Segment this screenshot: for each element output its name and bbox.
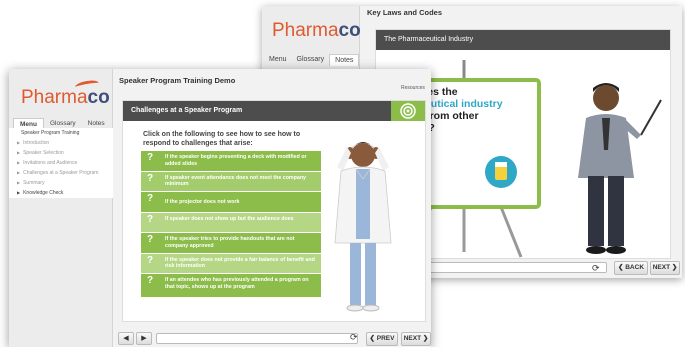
slide-stage: Challenges at a Speaker Program Click on… [122,100,426,322]
menu-item-challenges[interactable]: ▶ Challenges at a Speaker Program [9,168,113,178]
target-icon [400,103,416,119]
prev-button[interactable]: ❮ PREV [366,332,398,346]
presenter-illustration [578,83,662,254]
player-controls: ◀ ▶ ⟳ ❮ PREV NEXT ❯ [118,332,431,346]
slide-prompt: Click on the following to see how to see… [143,131,301,147]
logo: Pharmaco [21,87,110,108]
seek-bar[interactable] [156,333,358,344]
back-reload-icon[interactable]: ⟳ [592,263,600,274]
challenge-options: ? If the speaker begins presenting a deck… [141,151,321,298]
back-tab-glossary[interactable]: Glossary [292,54,330,66]
option-low-attendance[interactable]: ? If speaker event attendance does not me… [141,171,321,191]
reload-icon[interactable]: ⟳ [350,332,358,343]
volume-icon[interactable]: ◀ [118,332,134,345]
expand-arrow-icon: ▶ [17,140,21,145]
option-repeat-attendee[interactable]: ? If an attendee who has previously atten… [141,274,321,297]
option-modified-slides[interactable]: ? If the speaker begins presenting a deck… [141,151,321,171]
slide-corner-badge [391,101,425,121]
option-handouts[interactable]: ? If the speaker tries to provide handout… [141,233,321,253]
menu-root[interactable]: Speaker Program Training [9,129,113,138]
resources-link[interactable]: Resources [401,85,425,91]
menu-item-knowledge-check[interactable]: ▶ Knowledge Check [9,188,113,198]
stressed-pharmacist-illustration [334,142,392,312]
menu-list: Speaker Program Training ▶ Introduction ▶… [9,128,113,198]
back-logo: Pharmaco [272,20,361,41]
question-mark-icon: ? [147,254,154,266]
next-button[interactable]: NEXT ❯ [401,332,431,346]
option-projector[interactable]: ? If the projector does not work [141,192,321,212]
question-mark-icon: ? [147,213,154,225]
question-mark-icon: ? [147,172,154,184]
option-fair-balance[interactable]: ? If the speaker does not provide a fair … [141,253,321,273]
back-tab-menu[interactable]: Menu [264,54,292,66]
question-mark-icon: ? [147,234,154,245]
expand-arrow-icon: ▶ [17,170,21,175]
back-stage-title: The Pharmaceutical Industry [376,30,670,50]
menu-item-introduction[interactable]: ▶ Introduction [9,138,113,148]
question-mark-icon: ? [147,152,154,163]
menu-item-invitations[interactable]: ▶ Invitations and Audience [9,158,113,168]
back-next-button[interactable]: NEXT ❯ [650,261,680,275]
back-header-title: Key Laws and Codes [367,8,443,17]
option-speaker-no-show[interactable]: ? If speaker does not show up but the aud… [141,212,321,232]
play-icon[interactable]: ▶ [136,332,152,345]
back-tab-notes[interactable]: Notes [329,54,360,66]
question-mark-icon: ? [147,193,154,204]
expand-arrow-icon: ▶ [17,160,21,165]
question-mark-icon: ? [147,275,154,286]
back-prev-button[interactable]: ❮ BACK [614,261,648,275]
expand-arrow-icon: ▶ [17,150,21,155]
back-tabs: Menu Glossary Notes [264,54,360,66]
expand-arrow-icon: ▶ [17,190,21,195]
slide-title: Challenges at a Speaker Program [123,101,391,121]
course-title: Speaker Program Training Demo [119,76,236,85]
menu-item-summary[interactable]: ▶ Summary [9,178,113,188]
course-player-window: Pharmaco Menu Glossary Notes Speaker Pro… [9,69,431,347]
expand-arrow-icon: ▶ [17,180,21,185]
sidebar: Pharmaco Menu Glossary Notes Speaker Pro… [9,69,113,347]
menu-item-speaker-selection[interactable]: ▶ Speaker Selection [9,148,113,158]
